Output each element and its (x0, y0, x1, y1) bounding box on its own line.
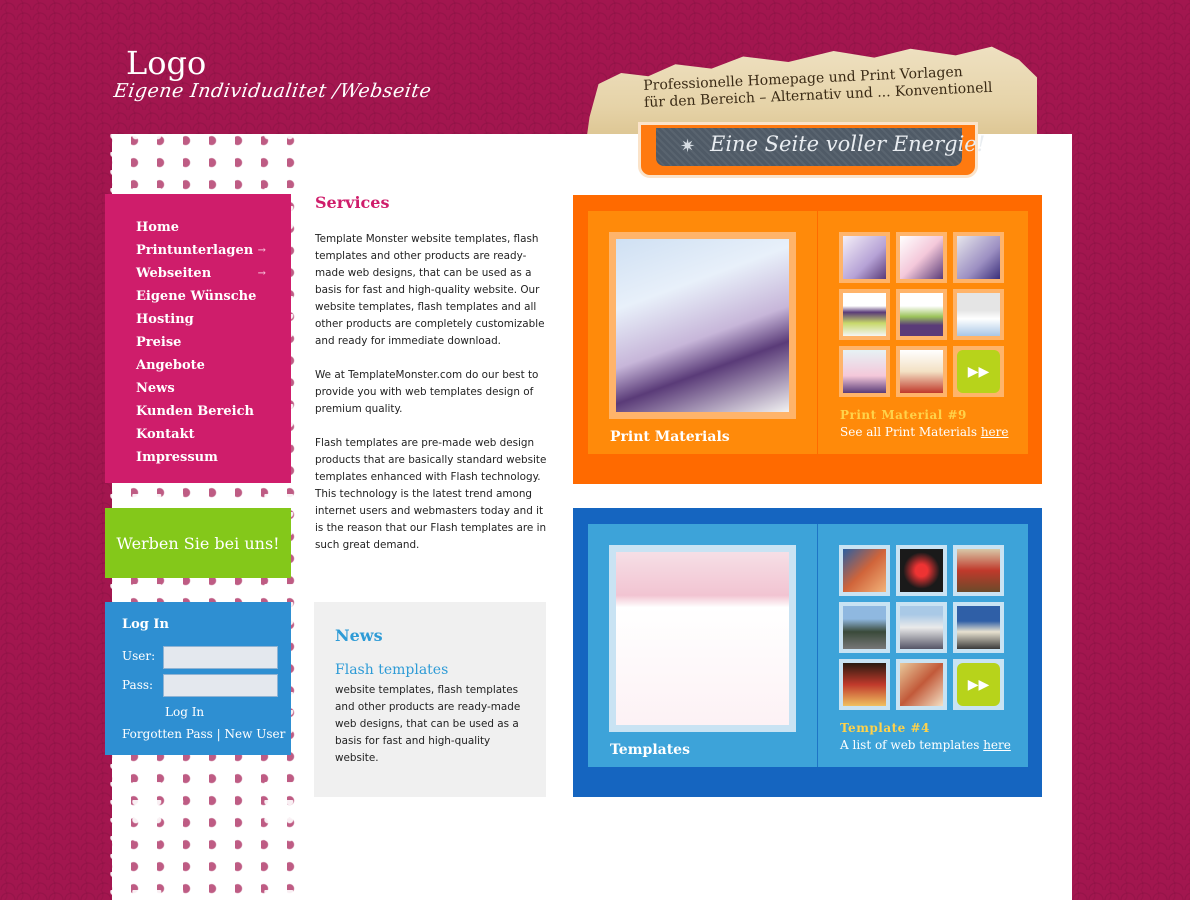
templates-thumbnail[interactable] (896, 659, 947, 710)
nav-item-news[interactable]: News (136, 377, 266, 400)
gear-icon: ✷ (680, 136, 696, 157)
services-paragraph: Template Monster website templates, flas… (315, 233, 545, 347)
user-input[interactable] (163, 646, 278, 669)
print-thumbnail[interactable] (953, 232, 1004, 283)
print-materials-inner: Print Materials ▶▶ Print Material #9 See… (588, 211, 1028, 454)
print-thumbnail[interactable] (839, 346, 890, 397)
templates-inner: Templates ▶▶ Template #4 A list of web t… (588, 524, 1028, 767)
templates-side-link: A list of web templates here (840, 738, 1011, 752)
print-thumbnail[interactable] (953, 289, 1004, 340)
site-tagline: Eigene Individualitet /Webseite (112, 80, 433, 102)
print-thumbnail[interactable] (839, 232, 890, 283)
print-thumbnail[interactable] (896, 289, 947, 340)
print-feature-image (616, 239, 789, 412)
nav-item-angebote[interactable]: Angebote (136, 354, 266, 377)
nav-item-hosting[interactable]: Hosting (136, 308, 266, 331)
templates-side-title: Template #4 (840, 721, 930, 735)
nav-item-label: Webseiten (136, 266, 212, 281)
services-paragraph: We at TemplateMonster.com do our best to… (315, 369, 539, 415)
templates-thumbnail[interactable] (839, 602, 890, 653)
nav-item-printunterlagen[interactable]: Printunterlagen → (136, 239, 266, 262)
login-title: Log In (122, 617, 169, 632)
login-links: Forgotten Pass | New User (122, 727, 285, 741)
news-title: News (335, 626, 383, 645)
templates-thumbnail[interactable] (953, 602, 1004, 653)
print-feature-label[interactable]: Print Materials (610, 429, 730, 445)
templates-feature-image-frame[interactable] (609, 545, 796, 732)
print-side-title: Print Material #9 (840, 408, 967, 422)
fast-forward-icon: ▶▶ (957, 663, 1000, 706)
print-thumbnail[interactable] (896, 346, 947, 397)
templates-thumbnail[interactable] (896, 602, 947, 653)
nav-item-label: Impressum (136, 450, 218, 465)
energy-badge-text: Eine Seite voller Energie! (710, 132, 986, 156)
services-text: Template Monster website templates, flas… (315, 231, 550, 571)
print-next-button[interactable]: ▶▶ (953, 346, 1004, 397)
nav-item-label: News (136, 381, 175, 396)
templates-box: Templates ▶▶ Template #4 A list of web t… (573, 508, 1042, 797)
services-paragraph: Flash templates are pre-made web design … (315, 437, 547, 551)
templates-thumbnail[interactable] (896, 545, 947, 596)
divider (817, 524, 818, 767)
print-materials-box: Print Materials ▶▶ Print Material #9 See… (573, 195, 1042, 484)
site-logo[interactable]: Logo (126, 44, 206, 82)
pass-input[interactable] (163, 674, 278, 697)
news-item-text: website templates, flash templates and o… (335, 684, 521, 764)
templates-thumbnail[interactable] (839, 545, 890, 596)
print-here-link[interactable]: here (981, 425, 1009, 439)
news-box: News Flash templates website templates, … (314, 602, 546, 797)
nav-item-label: Angebote (136, 358, 205, 373)
templates-feature-label[interactable]: Templates (610, 742, 690, 758)
nav-item-preise[interactable]: Preise (136, 331, 266, 354)
print-side-link: See all Print Materials here (840, 425, 1009, 439)
print-link-prefix: See all Print Materials (840, 425, 977, 439)
nav-item-impressum[interactable]: Impressum (136, 446, 266, 469)
nav-item-home[interactable]: Home (136, 216, 266, 239)
login-box: Log In User: Pass: Log In Forgotten Pass… (105, 602, 291, 755)
main-navigation: Home Printunterlagen → Webseiten → Eigene … (105, 194, 291, 483)
nav-item-label: Preise (136, 335, 182, 350)
print-thumbnail[interactable] (896, 232, 947, 283)
print-thumbnail[interactable] (839, 289, 890, 340)
nav-item-kunden-bereich[interactable]: Kunden Bereich (136, 400, 266, 423)
news-item-title[interactable]: Flash templates (335, 662, 448, 678)
nav-item-webseiten[interactable]: Webseiten → (136, 262, 266, 285)
templates-next-button[interactable]: ▶▶ (953, 659, 1004, 710)
nav-item-label: Kunden Bereich (136, 404, 254, 419)
nav-item-eigene-wuensche[interactable]: Eigene Wünsche (136, 285, 266, 308)
nav-item-label: Home (136, 220, 179, 235)
pass-label: Pass: (122, 678, 154, 692)
forgotten-pass-link[interactable]: Forgotten Pass (122, 727, 213, 741)
templates-link-prefix: A list of web templates (840, 738, 980, 752)
print-feature-image-frame[interactable] (609, 232, 796, 419)
templates-thumbnail[interactable] (953, 545, 1004, 596)
nav-item-label: Printunterlagen (136, 243, 254, 258)
link-separator: | (216, 727, 221, 741)
fast-forward-icon: ▶▶ (957, 350, 1000, 393)
login-button[interactable]: Log In (165, 705, 204, 719)
new-user-link[interactable]: New User (225, 727, 286, 741)
nav-item-label: Hosting (136, 312, 194, 327)
templates-feature-image (616, 552, 789, 725)
nav-item-label: Kontakt (136, 427, 195, 442)
templates-here-link[interactable]: here (983, 738, 1011, 752)
nav-item-kontakt[interactable]: Kontakt (136, 423, 266, 446)
user-label: User: (122, 649, 156, 663)
arrow-right-icon: → (257, 245, 266, 256)
nav-item-label: Eigene Wünsche (136, 289, 257, 304)
services-title: Services (315, 193, 390, 212)
advertise-button[interactable]: Werben Sie bei uns! (105, 508, 291, 578)
divider (817, 211, 818, 454)
templates-thumbnail[interactable] (839, 659, 890, 710)
arrow-right-icon: → (257, 268, 266, 279)
